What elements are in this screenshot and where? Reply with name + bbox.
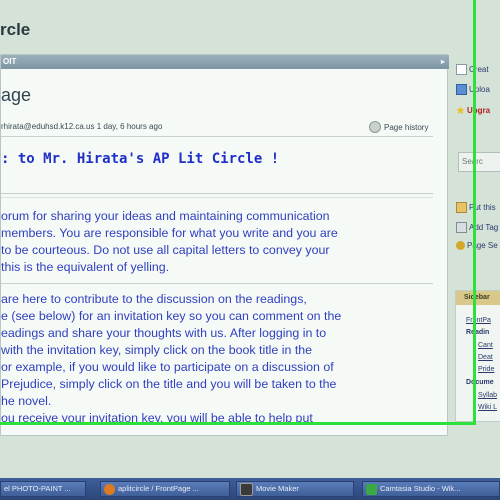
key-icon [456, 241, 465, 250]
recording-region-border [0, 422, 476, 425]
collapse-arrow-icon[interactable]: ▸ [441, 55, 445, 69]
page-settings-link[interactable]: Page Se [456, 241, 498, 250]
page-title: age [1, 85, 32, 105]
text-line: e (see below) for an invitation key so y… [1, 309, 342, 323]
sidebar-item-book[interactable]: Deat [478, 354, 493, 361]
upload-icon [456, 84, 467, 95]
clock-icon [369, 121, 381, 133]
sidebar-heading-documents: Docume [466, 379, 494, 386]
firefox-icon [104, 483, 115, 495]
sidebar-item-book[interactable]: Cant [478, 342, 493, 349]
folder-icon [456, 202, 467, 213]
film-icon [240, 482, 253, 496]
sidebar-item-syllabus[interactable]: Syllab [478, 392, 497, 399]
text-line: this is the equivalent of yelling. [1, 260, 170, 274]
page-settings-label[interactable]: Page Se [467, 241, 498, 250]
divider [1, 197, 433, 198]
page-icon [456, 64, 467, 75]
edit-tab[interactable]: OIT [3, 57, 16, 66]
sidebar-panel: Sidebar FrontPa Readin Cant Deat Pride D… [455, 290, 500, 422]
text-line: with the invitation key, simply click on… [1, 343, 313, 357]
taskbar-item-photopaint[interactable]: el PHOTO-PAINT ... [0, 481, 86, 497]
taskbar-label: el PHOTO-PAINT ... [4, 484, 71, 493]
intro-paragraph: orum for sharing your ideas and maintain… [1, 208, 431, 276]
search-input[interactable]: Searc [458, 152, 500, 172]
taskbar: el PHOTO-PAINT ... aplitcircle / FrontPa… [0, 478, 500, 500]
text-line: are here to contribute to the discussion… [1, 292, 307, 306]
sidebar-heading-readings: Readin [466, 329, 490, 336]
taskbar-item-camtasia[interactable]: Camtasia Studio - Wik... [362, 481, 500, 497]
text-line: Prejudice, simply click on the title and… [1, 377, 337, 391]
taskbar-label: Camtasia Studio - Wik... [380, 484, 461, 493]
sidebar-item-frontpage[interactable]: FrontPa [466, 317, 491, 324]
sidebar-item-wiki[interactable]: Wiki L [478, 404, 497, 411]
edit-bar[interactable]: OIT ▸ [1, 55, 449, 69]
tag-icon [456, 222, 467, 233]
taskbar-label: aplitcircle / FrontPage ... [118, 484, 199, 493]
wiki-page-panel: OIT ▸ age rhirata@eduhsd.k12.ca.us 1 day… [0, 54, 449, 436]
instructions-paragraph: are here to contribute to the discussion… [1, 291, 431, 427]
text-line: he novel. [1, 394, 52, 408]
upgrade-label[interactable]: Upgra [467, 106, 490, 115]
create-page-label[interactable]: Creat [469, 65, 489, 74]
sidebar-title: Sidebar [456, 291, 500, 305]
divider [1, 283, 433, 284]
text-line: members. You are responsible for what yo… [1, 226, 338, 240]
sidebar-item-book[interactable]: Pride [478, 366, 494, 373]
taskbar-item-movie-maker[interactable]: Movie Maker [236, 481, 354, 497]
taskbar-item-browser[interactable]: aplitcircle / FrontPage ... [100, 481, 230, 497]
divider [1, 136, 433, 137]
site-title[interactable]: rcle [0, 20, 30, 40]
add-tags-link[interactable]: Add Tag [456, 222, 498, 233]
text-line: to be courteous. Do not use all capital … [1, 243, 330, 257]
recording-region-border [473, 0, 476, 424]
text-line: eadings and share your thoughts with us.… [1, 326, 327, 340]
page-history-link[interactable]: Page history [369, 121, 428, 133]
taskbar-label: Movie Maker [256, 484, 299, 493]
text-line: orum for sharing your ideas and maintain… [1, 209, 330, 223]
welcome-heading: : to Mr. Hirata's AP Lit Circle ! [1, 151, 280, 167]
page-meta: rhirata@eduhsd.k12.ca.us 1 day, 6 hours … [1, 122, 163, 131]
star-icon [456, 106, 465, 115]
text-line: or example, if you would like to partici… [1, 360, 334, 374]
browser-viewport: rcle OIT ▸ age rhirata@eduhsd.k12.ca.us … [0, 0, 500, 478]
divider [1, 193, 433, 194]
camtasia-icon [366, 483, 377, 495]
page-history-label[interactable]: Page history [384, 123, 428, 132]
